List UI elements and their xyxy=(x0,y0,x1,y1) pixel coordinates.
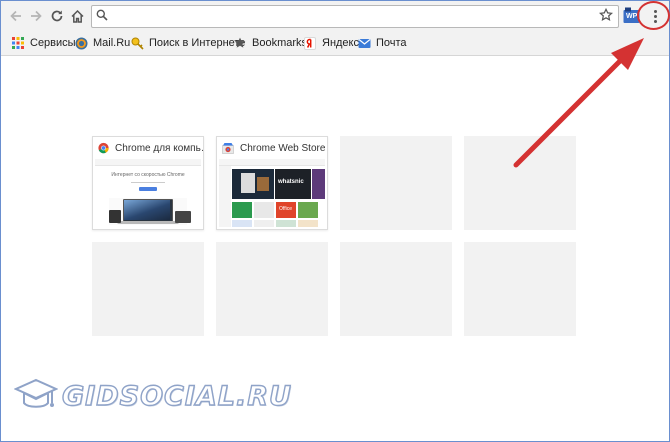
watermark: GIDSOCIAL.RU xyxy=(14,376,292,416)
watermark-text: GIDSOCIAL.RU xyxy=(61,380,292,412)
graduation-cap-icon xyxy=(14,378,58,408)
